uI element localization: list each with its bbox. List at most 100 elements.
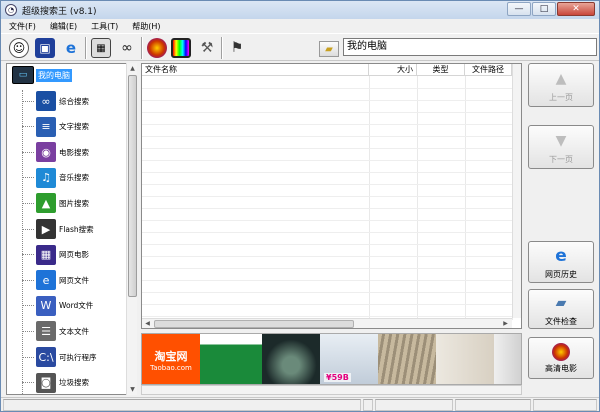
folder-check-icon: ▰ — [555, 294, 567, 311]
file-check-label: 文件检查 — [545, 316, 577, 326]
ad-product-tile[interactable] — [200, 334, 262, 384]
window-title: 超级搜索王 (v8.1) — [22, 6, 97, 17]
ad-banner[interactable]: 淘宝网 Taobao.com ¥59B — [141, 333, 522, 385]
scroll-down-arrow-icon[interactable]: ▼ — [127, 384, 138, 395]
grid-line — [142, 136, 512, 137]
browse-folder-button[interactable]: ▰ — [319, 41, 339, 57]
app-window: ◔ 超级搜索王 (v8.1) — □ ✕ 文件(F) 编辑(E) 工具(T) 帮… — [0, 0, 600, 412]
toolbar-exit-button[interactable]: ⚑ — [225, 36, 249, 60]
menu-tools[interactable]: 工具(T) — [91, 21, 118, 32]
next-page-label: 下一页 — [549, 154, 573, 164]
grid-line — [142, 292, 512, 293]
column-header-name[interactable]: 文件名称 — [142, 64, 369, 76]
tree-root-my-computer[interactable]: ▭ 我的电脑 — [10, 66, 72, 84]
ad-price: ¥59B — [324, 373, 351, 382]
close-button[interactable]: ✕ — [557, 2, 595, 16]
tree-item-label: Flash搜索 — [59, 224, 94, 234]
web-history-button[interactable]: e 网页历史 — [528, 241, 594, 283]
arrow-down-icon: ▼ — [555, 132, 567, 149]
landscape-picture-icon: ▲ — [36, 193, 56, 214]
toolbar-tv-button[interactable] — [169, 36, 193, 60]
scroll-left-arrow-icon[interactable]: ◀ — [142, 319, 153, 328]
ad-product-tile[interactable] — [262, 334, 320, 384]
path-input[interactable]: 我的电脑 — [343, 38, 597, 56]
tree-item[interactable]: ∞ 综合搜索 — [22, 90, 89, 112]
film-reel-icon — [552, 342, 570, 361]
tree-item-label: 网页电影 — [59, 250, 89, 260]
ad-product-tile[interactable] — [378, 334, 436, 384]
tree-item[interactable]: ▶ Flash搜索 — [22, 218, 94, 240]
ad-product-tile[interactable]: ¥59B — [320, 334, 378, 384]
menu-file[interactable]: 文件(F) — [9, 21, 36, 32]
ad-horizontal-scrollbar[interactable] — [141, 385, 522, 395]
menu-help[interactable]: 帮助(H) — [132, 21, 160, 32]
grid-line — [142, 160, 512, 161]
grid-line — [142, 124, 512, 125]
taobao-logo-title: 淘宝网 — [154, 350, 188, 363]
column-header-type[interactable]: 类型 — [417, 64, 465, 76]
grid-line — [142, 196, 512, 197]
tree-root-label: 我的电脑 — [36, 68, 72, 82]
tree-item[interactable]: ☰ 文本文件 — [22, 320, 89, 342]
grid-line — [142, 88, 512, 89]
grid-line — [142, 268, 512, 269]
tree-connector — [22, 100, 34, 102]
tree-item[interactable]: ◉ 电影搜索 — [22, 141, 89, 163]
scrollbar-thumb[interactable] — [154, 320, 354, 328]
prev-page-button[interactable]: ▲ 上一页 — [528, 63, 594, 107]
grid-line — [142, 208, 512, 209]
toolbar-save-button[interactable]: ▣ — [33, 36, 57, 60]
tree-item[interactable]: ◙ 垃圾搜索 — [22, 372, 89, 394]
grid-line — [142, 280, 512, 281]
tree-item[interactable]: ▲ 图片搜索 — [22, 192, 89, 214]
toolbar-binoculars-button[interactable]: ∞ — [115, 36, 139, 60]
ad-product-tile[interactable] — [494, 334, 521, 384]
toolbar-calculator-button[interactable]: ▦ — [89, 36, 113, 60]
column-header-size[interactable]: 大小 — [369, 64, 417, 76]
tree-vertical-scrollbar[interactable]: ▲ ▼ — [126, 63, 137, 395]
computer-monitor-icon: ▭ — [12, 66, 34, 84]
tree-item-label: 综合搜索 — [59, 96, 89, 106]
taobao-logo[interactable]: 淘宝网 Taobao.com — [142, 334, 200, 384]
scroll-right-arrow-icon[interactable]: ▶ — [500, 319, 511, 328]
tree-item[interactable]: ≡ 文字搜索 — [22, 116, 89, 138]
film-reel-icon: ◉ — [36, 142, 56, 163]
status-cell — [455, 399, 531, 411]
maximize-button[interactable]: □ — [532, 2, 556, 16]
taobao-logo-sub: Taobao.com — [150, 364, 192, 372]
hd-movie-button[interactable]: 高清电影 — [528, 337, 594, 379]
toolbar-film-button[interactable] — [145, 36, 169, 60]
tree-item[interactable]: ▦ 网页电影 — [22, 244, 89, 266]
file-list-vertical-scrollbar[interactable] — [512, 64, 521, 318]
prev-page-label: 上一页 — [549, 92, 573, 102]
column-header-path[interactable]: 文件路径 — [465, 64, 512, 76]
toolbar-search-button[interactable]: ☺ — [7, 36, 31, 60]
tv-color-icon: ▦ — [36, 244, 56, 265]
tree-item-label: 文本文件 — [59, 326, 89, 336]
grid-line — [142, 304, 512, 305]
minimize-button[interactable]: — — [507, 2, 531, 16]
file-check-button[interactable]: ▰ 文件检查 — [528, 289, 594, 329]
scroll-up-arrow-icon[interactable]: ▲ — [127, 63, 138, 74]
tree-item[interactable]: W Word文件 — [22, 295, 93, 317]
file-list-horizontal-scrollbar[interactable]: ◀ ▶ — [142, 318, 512, 328]
arrow-up-icon: ▲ — [555, 70, 567, 87]
menu-bar: 文件(F) 编辑(E) 工具(T) 帮助(H) — [1, 19, 599, 33]
tree-item[interactable]: e 网页文件 — [22, 269, 89, 291]
next-page-button[interactable]: ▼ 下一页 — [528, 125, 594, 169]
status-cell — [3, 399, 361, 411]
menu-edit[interactable]: 编辑(E) — [50, 21, 77, 32]
scrollbar-thumb[interactable] — [128, 75, 137, 297]
binoculars-icon: ∞ — [36, 91, 56, 111]
tree-item[interactable]: ♫ 音乐搜索 — [22, 167, 89, 189]
grid-line — [142, 232, 512, 233]
toolbar-tools-button[interactable]: ⚒ — [195, 36, 219, 60]
file-list: 文件名称 大小 类型 文件路径 ◀ ▶ — [141, 63, 522, 329]
toolbar-ie-button[interactable]: e — [59, 36, 83, 60]
ad-product-tile[interactable] — [436, 334, 494, 384]
text-file-icon: ☰ — [36, 321, 56, 342]
app-icon: ◔ — [5, 4, 17, 16]
tree-item[interactable]: C:\ 可执行程序 — [22, 346, 97, 368]
tree-item-label: 网页文件 — [59, 275, 89, 285]
ie-browser-icon: e — [555, 245, 567, 266]
